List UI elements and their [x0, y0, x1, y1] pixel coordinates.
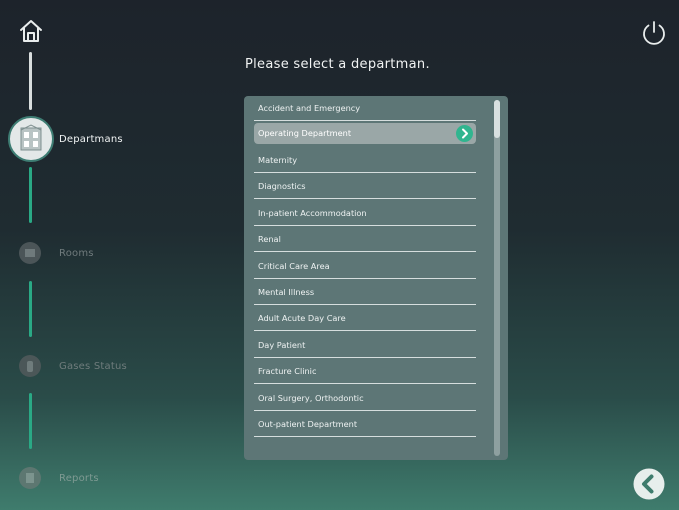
room-icon: [25, 249, 35, 257]
stepper-connector: [29, 393, 32, 449]
step-rooms[interactable]: [19, 242, 41, 264]
gas-cylinder-icon: [27, 361, 33, 372]
step-label-gases-status: Gases Status: [59, 361, 127, 372]
scrollbar-track[interactable]: [494, 100, 500, 456]
department-item[interactable]: Mental Illness: [254, 280, 476, 305]
department-list-panel[interactable]: Accident and Emergency Operating Departm…: [244, 96, 508, 460]
step-label-rooms: Rooms: [59, 248, 94, 259]
stepper-connector: [29, 167, 32, 223]
chevron-right-icon: [456, 125, 473, 142]
department-item[interactable]: Renal: [254, 227, 476, 253]
scrollbar-thumb[interactable]: [494, 100, 500, 138]
home-button[interactable]: [18, 18, 44, 44]
back-button[interactable]: [632, 467, 666, 501]
step-label-departmans: Departmans: [59, 134, 123, 145]
stepper-connector: [29, 281, 32, 337]
power-button[interactable]: [640, 19, 668, 47]
step-departmans[interactable]: [8, 116, 54, 162]
step-gases-status[interactable]: [19, 355, 41, 377]
report-icon: [26, 473, 34, 483]
page-title: Please select a departman.: [245, 57, 430, 72]
department-item[interactable]: Maternity: [254, 148, 476, 173]
back-arrow-icon: [633, 468, 665, 500]
building-icon: [20, 124, 42, 151]
department-item[interactable]: Critical Care Area: [254, 254, 476, 279]
home-icon: [20, 20, 42, 42]
department-item-selected[interactable]: Operating Department: [254, 123, 476, 144]
department-item[interactable]: In-patient Accommodation: [254, 201, 476, 226]
power-icon: [643, 21, 665, 45]
department-item[interactable]: Accident and Emergency: [254, 96, 476, 121]
department-item[interactable]: Adult Acute Day Care: [254, 306, 476, 332]
department-item[interactable]: Day Patient: [254, 333, 476, 358]
department-item[interactable]: Out-patient Department: [254, 412, 476, 437]
step-label-reports: Reports: [59, 473, 99, 484]
department-item[interactable]: Fracture Clinic: [254, 359, 476, 385]
stepper-connector: [29, 52, 32, 110]
department-list: Accident and Emergency Operating Departm…: [254, 96, 476, 438]
department-item[interactable]: Diagnostics: [254, 174, 476, 200]
step-reports[interactable]: [19, 467, 41, 489]
department-item[interactable]: Oral Surgery, Orthodontic: [254, 386, 476, 411]
